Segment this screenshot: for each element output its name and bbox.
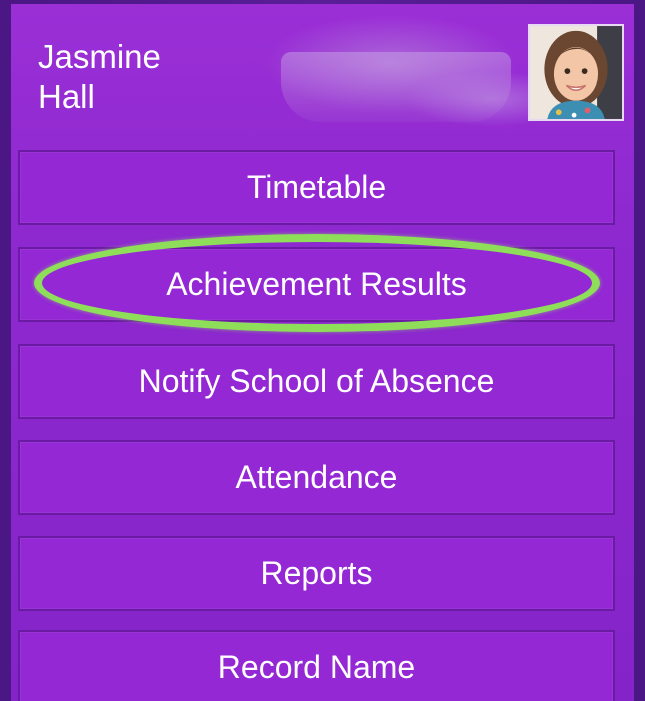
student-avatar[interactable] [528,24,624,121]
menu-item-label: Notify School of Absence [138,363,495,399]
menu-item-timetable[interactable]: Timetable [18,150,615,225]
menu-item-record-name[interactable]: Record Name [18,630,615,701]
menu-item-label: Timetable [246,169,387,205]
menu-item-reports[interactable]: Reports [18,536,615,611]
menu-item-notify-absence[interactable]: Notify School of Absence [18,344,615,419]
student-name: Jasmine Hall [38,38,161,115]
menu-item-label: Attendance [235,459,398,495]
menu-item-attendance[interactable]: Attendance [18,440,615,515]
menu-item-label: Reports [260,555,373,591]
menu-item-label: Record Name [217,649,416,685]
student-photo-icon [530,26,622,119]
app-frame: Jasmine Hall Timetable Achievement Resul… [0,0,645,701]
menu-item-label: Achievement Results [166,266,467,302]
menu-item-achievement-results[interactable]: Achievement Results [18,247,615,322]
header-laptop-image [281,52,511,122]
